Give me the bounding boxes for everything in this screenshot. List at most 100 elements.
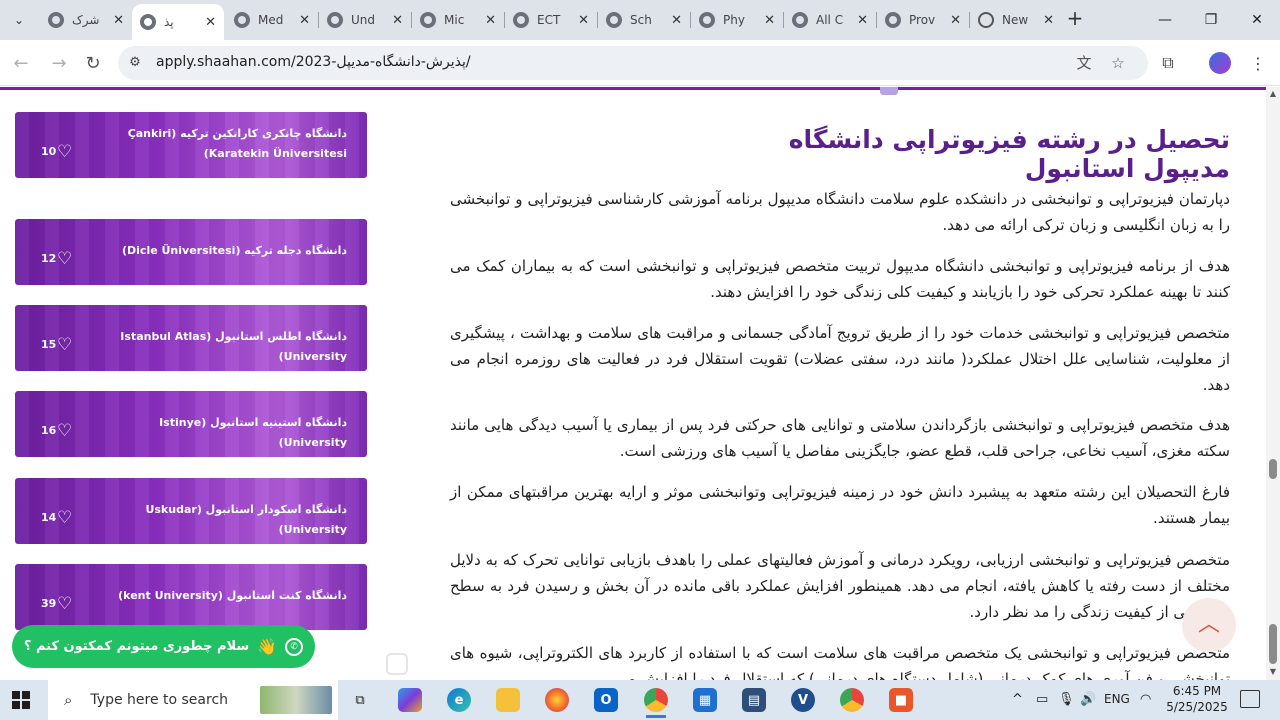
close-icon[interactable]: ✕	[485, 13, 496, 28]
close-icon[interactable]: ✕	[764, 13, 775, 28]
star-icon[interactable]: ☆	[1108, 53, 1128, 73]
close-icon[interactable]: ✕	[299, 13, 310, 28]
tab-label: ECT	[537, 13, 561, 27]
firefox-icon[interactable]	[545, 688, 569, 712]
tune-icon[interactable]: ⚙	[126, 54, 144, 72]
reload-button[interactable]: ↻	[80, 50, 106, 76]
close-window-button[interactable]: ✕	[1234, 6, 1280, 34]
language-indicator[interactable]: ENG	[1104, 692, 1130, 706]
tab-label: All C	[816, 13, 844, 27]
edge-icon[interactable]: e	[447, 688, 471, 712]
tab-label: Mic	[444, 13, 465, 27]
tab-9[interactable]: All C ✕	[784, 6, 876, 34]
scrollbar-thumb[interactable]	[1269, 459, 1277, 479]
extensions-button[interactable]: ⧉	[1156, 51, 1180, 75]
url-text[interactable]: apply.shaahan.com/2023-پذیرش-دانشگاه-مدی…	[156, 54, 471, 70]
close-icon[interactable]: ✕	[205, 15, 216, 30]
university-card-name: دانشگاه استینیه استانبول (Istinye Univer…	[159, 416, 347, 449]
header-accent-line	[0, 87, 1266, 90]
heart-icon[interactable]: ♡	[57, 337, 75, 354]
tab-strip: ⌄ شرک ✕ پذ ✕ Med ✕ Und ✕ Mic ✕ ECT ✕ Sch…	[0, 0, 1280, 40]
tab-search-button[interactable]: ⌄	[6, 8, 32, 32]
heart-icon[interactable]: ♡	[57, 144, 75, 161]
like-count: 16	[41, 424, 57, 437]
screen-recorder-icon[interactable]: ■	[889, 688, 913, 712]
university-card[interactable]: دانشگاه دجله ترکیه (Dicle Üniversitesi) …	[15, 219, 367, 285]
store-icon[interactable]: ▦	[693, 688, 717, 712]
back-button[interactable]: ←	[8, 50, 34, 76]
chrome-profile-icon[interactable]	[840, 688, 864, 712]
scroll-to-top-button[interactable]: ︿	[1182, 598, 1236, 652]
close-icon: ✕	[1251, 12, 1263, 28]
close-icon[interactable]: ✕	[950, 13, 961, 28]
site-favicon-icon	[140, 14, 156, 30]
outlook-icon[interactable]: O	[594, 688, 618, 712]
wifi-icon[interactable]: ◠	[1140, 692, 1151, 707]
restore-icon: ❐	[1204, 12, 1218, 28]
university-card[interactable]: دانشگاه اسکودار استانبول (Uskudar Univer…	[15, 478, 367, 544]
profile-button[interactable]	[1208, 51, 1232, 75]
page-scrollbar[interactable]: ▲ ▼	[1266, 87, 1280, 680]
translate-icon[interactable]: 文	[1074, 53, 1094, 73]
heart-icon[interactable]: ♡	[57, 251, 75, 268]
copilot-icon[interactable]	[398, 688, 422, 712]
scroll-up-arrow-icon[interactable]: ▲	[1268, 89, 1278, 99]
close-icon[interactable]: ✕	[671, 13, 682, 28]
tab-2-active[interactable]: پذ ✕	[132, 4, 224, 40]
scroll-down-arrow-icon[interactable]: ▼	[1268, 667, 1278, 677]
new-tab-button[interactable]: +	[1064, 8, 1086, 30]
tab-7[interactable]: Sch ✕	[598, 6, 690, 34]
chevron-up-icon[interactable]: ^	[1012, 692, 1023, 707]
close-icon[interactable]: ✕	[113, 13, 124, 28]
network-icon[interactable]: ▭	[1036, 692, 1048, 707]
tab-8[interactable]: Phy ✕	[691, 6, 783, 34]
tab-3[interactable]: Med ✕	[226, 6, 318, 34]
faint-widget-icon	[386, 653, 408, 675]
university-card-name: دانشگاه اسکودار استانبول (Uskudar Univer…	[145, 503, 347, 536]
heart-icon[interactable]: ♡	[57, 510, 75, 527]
restore-button[interactable]: ❐	[1188, 6, 1234, 34]
chrome-icon[interactable]	[644, 688, 668, 718]
university-card[interactable]: دانشگاه استینیه استانبول (Istinye Univer…	[15, 391, 367, 457]
tab-10[interactable]: Prov ✕	[877, 6, 969, 34]
close-icon[interactable]: ✕	[578, 13, 589, 28]
university-card[interactable]: دانشگاه کنت استانبول (kent University) 3…	[15, 564, 367, 630]
tab-6[interactable]: ECT ✕	[505, 6, 597, 34]
like-count: 15	[41, 338, 57, 351]
whatsapp-chat-button[interactable]: ✆ 👋 سلام چطوری میتونم کمکتون کنم ؟	[12, 625, 315, 668]
close-icon[interactable]: ✕	[392, 13, 403, 28]
article-title: تحصیل در رشته فیزیوتراپی دانشگاه مدیپول …	[788, 125, 1230, 183]
tab-11[interactable]: New ✕	[970, 6, 1062, 34]
menu-button[interactable]: ⋮	[1246, 51, 1270, 75]
speaker-icon[interactable]: 🔊	[1080, 692, 1096, 707]
heart-icon[interactable]: ♡	[57, 596, 75, 613]
tab-label: پذ	[164, 15, 174, 29]
close-icon[interactable]: ✕	[1043, 13, 1054, 28]
task-view-icon[interactable]: ⧉	[348, 688, 372, 712]
site-favicon-icon	[234, 12, 250, 28]
puzzle-icon: ⧉	[1162, 53, 1174, 72]
vpn-app-icon[interactable]: V	[791, 688, 815, 712]
university-card[interactable]: دانشگاه اطلس استانبول (Istanbul Atlas Un…	[15, 305, 367, 371]
notification-center-icon[interactable]	[1240, 690, 1260, 708]
minimize-button[interactable]: —	[1142, 6, 1188, 34]
taskbar-clock[interactable]: 6:45 PM 5/25/2025	[1162, 683, 1232, 715]
address-bar[interactable]: ⚙ apply.shaahan.com/2023-پذیرش-دانشگاه-م…	[118, 46, 1148, 80]
university-card[interactable]: دانشگاه چانکری کاراتکین ترکیه (Çankiri K…	[15, 112, 367, 178]
microphone-icon[interactable]: 🎙	[1058, 692, 1075, 707]
file-explorer-icon[interactable]	[496, 688, 520, 712]
app-icon[interactable]: ▤	[742, 688, 766, 712]
chevron-up-icon: ︿	[1197, 612, 1220, 637]
heart-icon[interactable]: ♡	[57, 423, 75, 440]
chevron-down-icon: ⌄	[13, 13, 25, 27]
scrollbar-thumb-secondary[interactable]	[1269, 624, 1277, 664]
close-icon[interactable]: ✕	[857, 13, 868, 28]
tab-label: شرک	[72, 13, 100, 27]
windows-start-button[interactable]	[12, 691, 30, 709]
forward-button[interactable]: →	[46, 50, 72, 76]
header-accent-tab	[880, 87, 898, 95]
tab-4[interactable]: Und ✕	[319, 6, 411, 34]
taskbar-search-box[interactable]: ⌕ Type here to search	[48, 680, 338, 720]
tab-5[interactable]: Mic ✕	[412, 6, 504, 34]
tab-1[interactable]: شرک ✕	[40, 6, 132, 34]
